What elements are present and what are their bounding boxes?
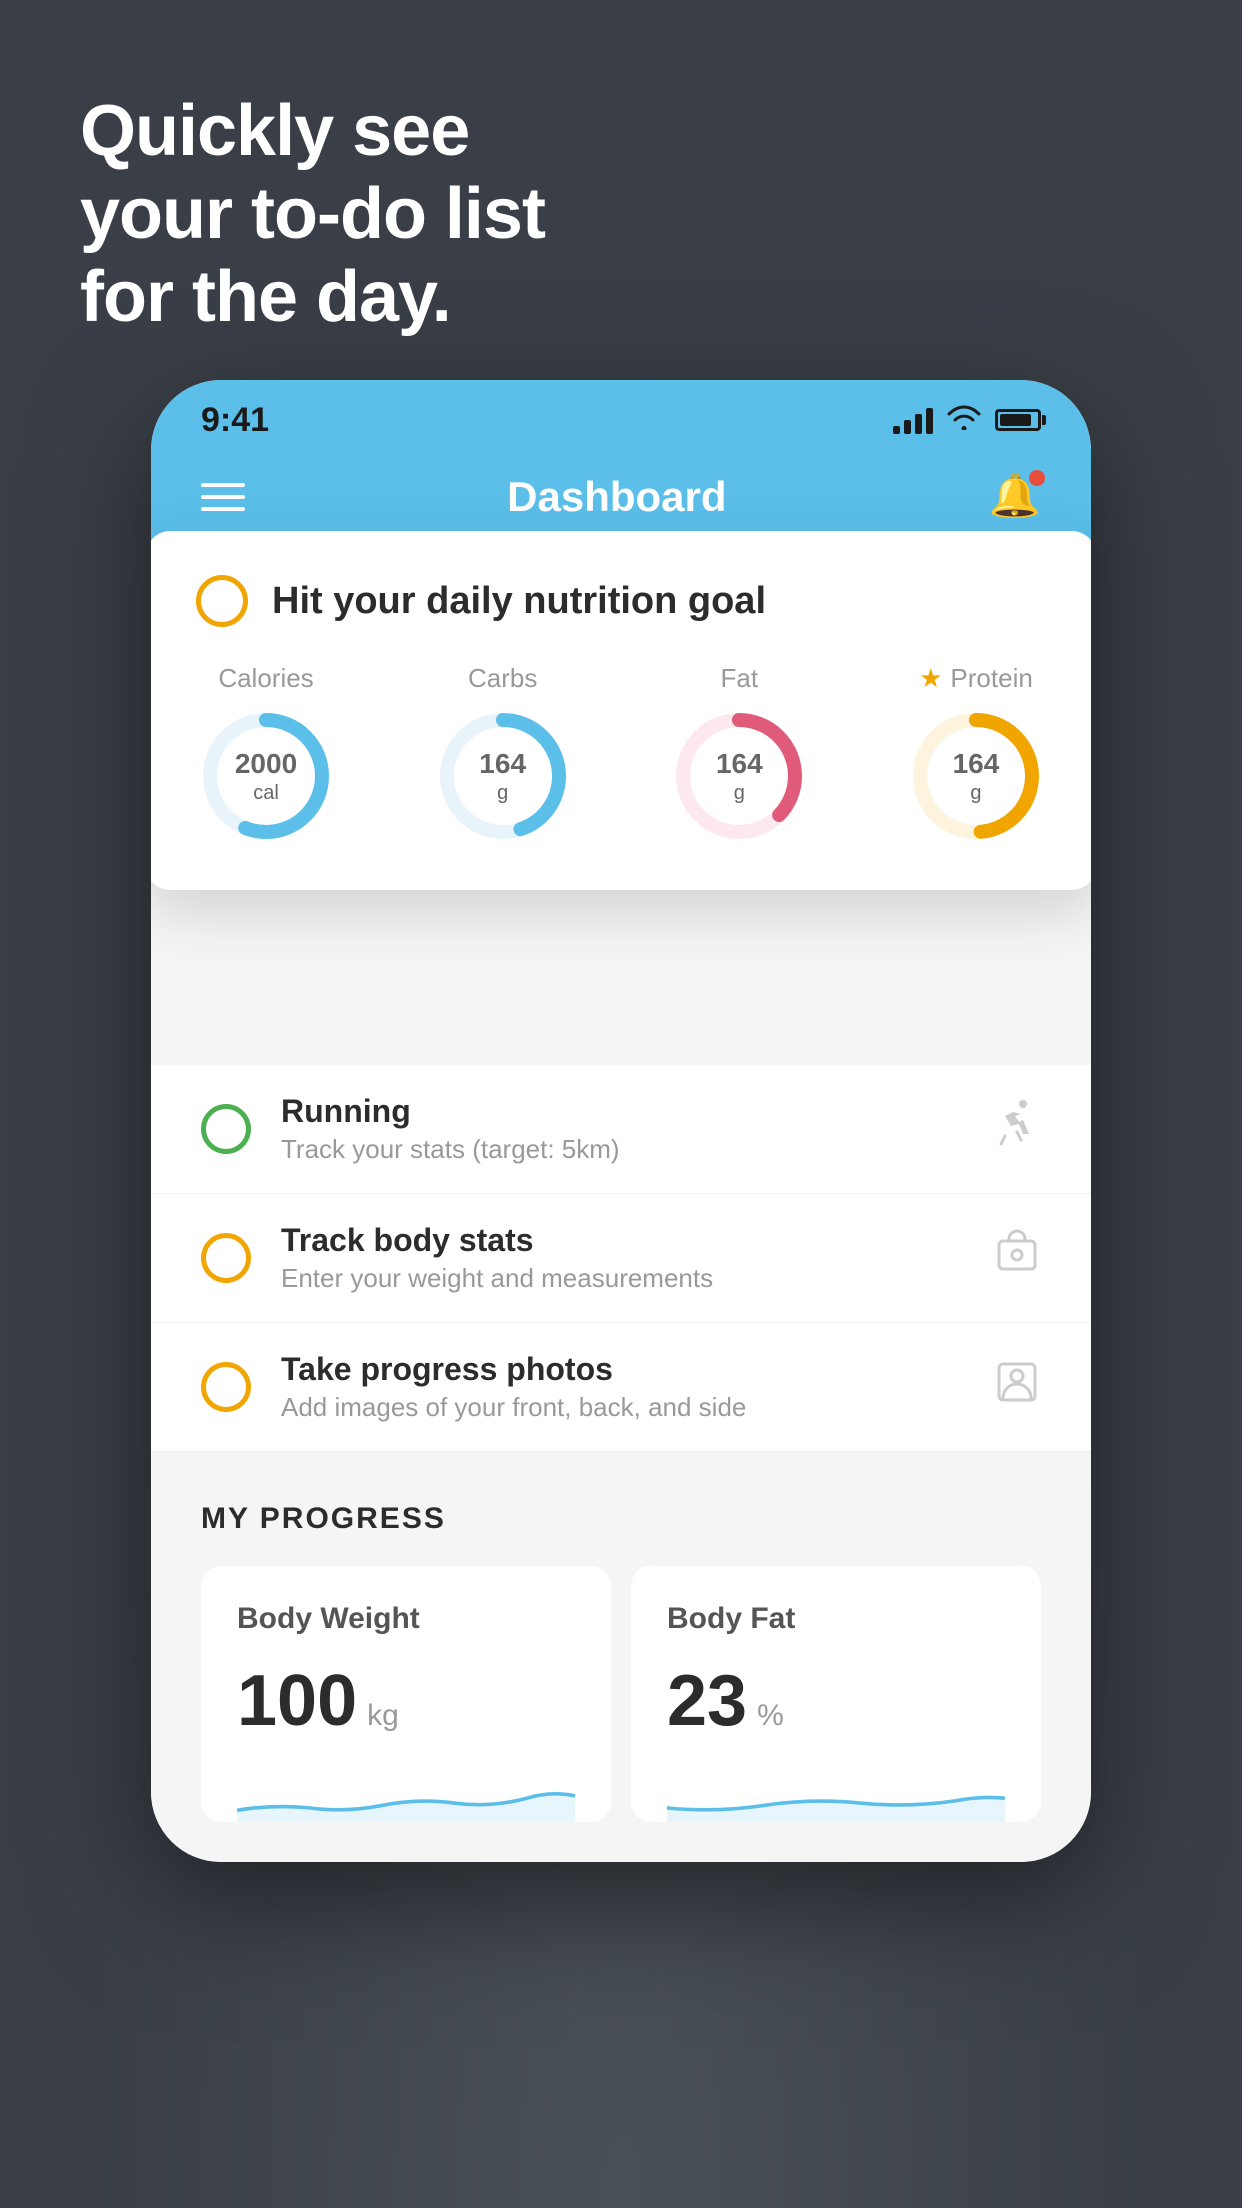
content-area: THINGS TO DO TODAY Hit your daily nutrit…	[151, 551, 1091, 1065]
signal-icon	[893, 406, 933, 434]
status-bar: 9:41	[151, 380, 1091, 450]
running-icon	[993, 1100, 1041, 1158]
nutrition-protein: ★ Protein 164 g	[906, 663, 1046, 846]
calories-label: Calories	[218, 663, 313, 694]
headline-text: Quickly see your to-do list for the day.	[80, 90, 545, 338]
body-weight-chart	[237, 1762, 575, 1822]
carbs-donut: 164 g	[433, 706, 573, 846]
body-weight-value: 100 kg	[237, 1660, 575, 1742]
hamburger-line	[201, 483, 245, 487]
protein-value: 164 g	[953, 747, 1000, 805]
body-fat-unit: %	[757, 1699, 784, 1733]
progress-title: MY PROGRESS	[201, 1502, 1041, 1536]
todo-list: Running Track your stats (target: 5km) T…	[151, 1065, 1091, 1452]
protein-label: ★ Protein	[919, 663, 1033, 694]
phone-mockup: 9:41 Da	[151, 380, 1091, 1862]
calories-value: 2000 cal	[235, 747, 297, 805]
body-fat-number: 23	[667, 1660, 747, 1742]
todo-sub-photos: Add images of your front, back, and side	[281, 1392, 963, 1423]
nutrition-card: Hit your daily nutrition goal Calories 2…	[151, 531, 1091, 890]
todo-text-photos: Take progress photos Add images of your …	[281, 1351, 963, 1423]
body-weight-unit: kg	[367, 1699, 399, 1733]
card-header: Hit your daily nutrition goal	[196, 575, 1046, 627]
scale-icon	[993, 1229, 1041, 1287]
bell-icon[interactable]: 🔔	[989, 472, 1041, 521]
todo-title-running: Running	[281, 1093, 963, 1130]
star-icon: ★	[919, 663, 942, 694]
todo-text-body-stats: Track body stats Enter your weight and m…	[281, 1222, 963, 1294]
todo-title-body-stats: Track body stats	[281, 1222, 963, 1259]
body-fat-title: Body Fat	[667, 1602, 1005, 1636]
fat-donut: 164 g	[669, 706, 809, 846]
status-icons	[893, 404, 1041, 437]
todo-title-photos: Take progress photos	[281, 1351, 963, 1388]
body-fat-value: 23 %	[667, 1660, 1005, 1742]
fat-label: Fat	[721, 663, 759, 694]
todo-sub-running: Track your stats (target: 5km)	[281, 1134, 963, 1165]
calories-donut: 2000 cal	[196, 706, 336, 846]
todo-item-photos[interactable]: Take progress photos Add images of your …	[151, 1323, 1091, 1452]
card-title: Hit your daily nutrition goal	[272, 580, 766, 623]
status-time: 9:41	[201, 401, 269, 440]
hamburger-menu[interactable]	[201, 483, 245, 511]
todo-sub-body-stats: Enter your weight and measurements	[281, 1263, 963, 1294]
notification-dot	[1029, 470, 1045, 486]
progress-section: MY PROGRESS Body Weight 100 kg Body Fat	[151, 1452, 1091, 1862]
nutrition-carbs: Carbs 164 g	[433, 663, 573, 846]
todo-item-running[interactable]: Running Track your stats (target: 5km)	[151, 1065, 1091, 1194]
fat-value: 164 g	[716, 747, 763, 805]
person-icon	[993, 1358, 1041, 1416]
body-fat-card[interactable]: Body Fat 23 %	[631, 1566, 1041, 1822]
nav-title: Dashboard	[507, 473, 726, 521]
progress-cards: Body Weight 100 kg Body Fat 23 %	[201, 1566, 1041, 1822]
todo-circle-running[interactable]	[201, 1104, 251, 1154]
body-weight-card[interactable]: Body Weight 100 kg	[201, 1566, 611, 1822]
battery-icon	[995, 409, 1041, 431]
hamburger-line	[201, 507, 245, 511]
nutrition-grid: Calories 2000 cal Carbs	[196, 663, 1046, 846]
hamburger-line	[201, 495, 245, 499]
body-weight-title: Body Weight	[237, 1602, 575, 1636]
carbs-label: Carbs	[468, 663, 537, 694]
protein-donut: 164 g	[906, 706, 1046, 846]
todo-circle-body-stats[interactable]	[201, 1233, 251, 1283]
body-weight-number: 100	[237, 1660, 357, 1742]
todo-text-running: Running Track your stats (target: 5km)	[281, 1093, 963, 1165]
nutrition-calories: Calories 2000 cal	[196, 663, 336, 846]
body-fat-chart	[667, 1762, 1005, 1822]
todo-item-body-stats[interactable]: Track body stats Enter your weight and m…	[151, 1194, 1091, 1323]
nutrition-fat: Fat 164 g	[669, 663, 809, 846]
todo-circle-photos[interactable]	[201, 1362, 251, 1412]
carbs-value: 164 g	[479, 747, 526, 805]
wifi-icon	[947, 404, 981, 437]
goal-checkbox[interactable]	[196, 575, 248, 627]
